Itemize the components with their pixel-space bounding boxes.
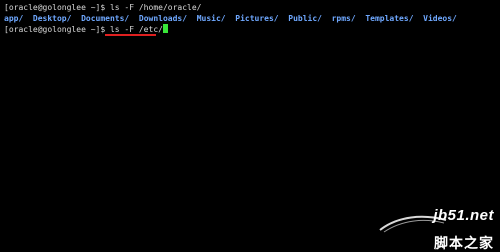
dir-entry: Templates/	[365, 14, 414, 23]
directory-listing: app/ Desktop/ Documents/ Downloads/ Musi…	[4, 13, 500, 24]
terminal-window[interactable]: [oracle@golonglee ~]$ ls -F /home/oracle…	[0, 0, 500, 252]
prompt: [oracle@golonglee ~]$	[4, 3, 110, 12]
dir-entry: Videos/	[423, 14, 457, 23]
prompt: [oracle@golonglee ~]$	[4, 25, 110, 34]
dir-entry: Pictures/	[235, 14, 279, 23]
dir-entry: app/	[4, 14, 24, 23]
command-text: ls -F /etc/	[109, 25, 163, 34]
dir-entry: rpms/	[331, 14, 356, 23]
terminal-line-3[interactable]: [oracle@golonglee ~]$ ls -F /etc/	[4, 24, 500, 36]
dir-entry: Downloads/	[138, 14, 188, 23]
watermark-name: 脚本之家	[434, 236, 494, 252]
dir-entry: Public/	[288, 14, 322, 23]
watermark-logo: jb51.net 脚本之家	[378, 207, 496, 252]
watermark-url: jb51.net	[433, 207, 494, 224]
text-cursor	[162, 24, 168, 33]
dir-entry: Desktop/	[32, 14, 72, 23]
terminal-line-1: [oracle@golonglee ~]$ ls -F /home/oracle…	[4, 2, 500, 13]
command-text: ls -F /home/oracle/	[109, 3, 202, 12]
red-annotation-underline	[105, 34, 156, 36]
dir-entry: Music/	[196, 14, 226, 23]
dir-entry: Documents/	[81, 14, 130, 23]
